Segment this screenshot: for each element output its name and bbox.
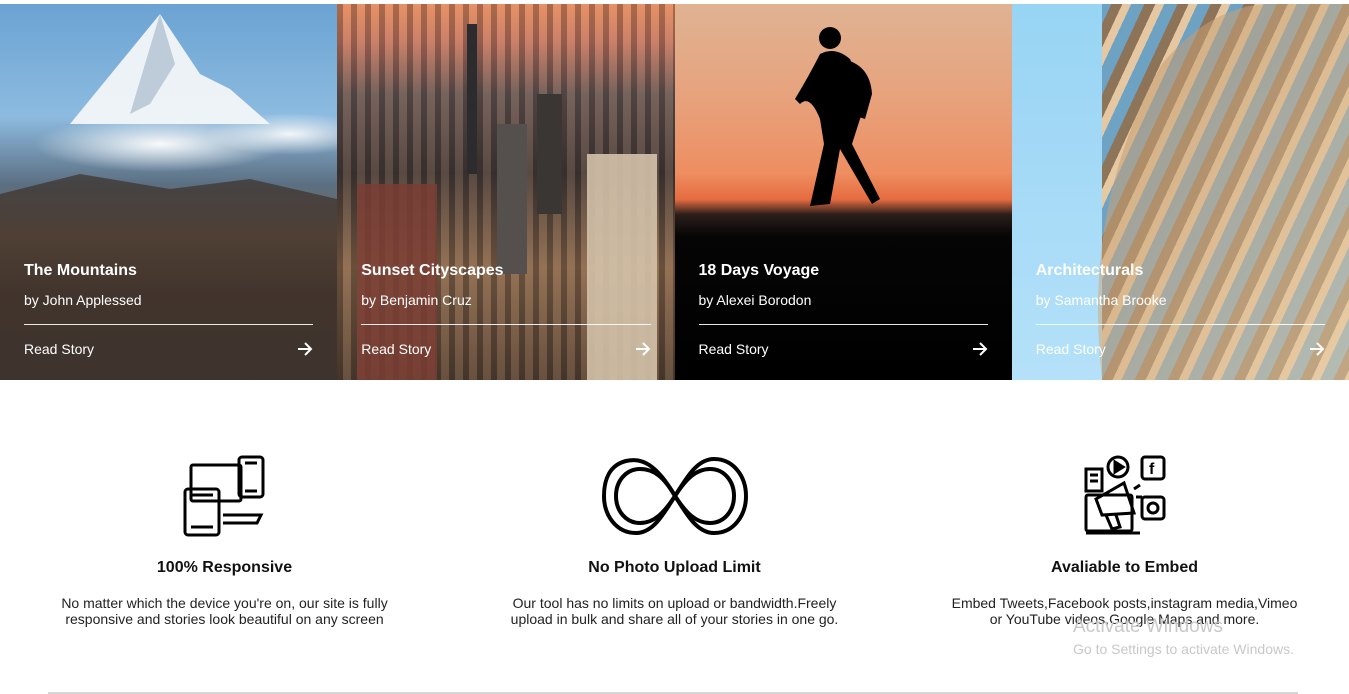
read-story-label: Read Story [361, 341, 432, 357]
svg-text:f: f [1149, 461, 1155, 478]
watermark-subtitle: Go to Settings to activate Windows. [1073, 641, 1294, 657]
read-story-link[interactable]: Read Story [1036, 341, 1325, 357]
watermark-title: Activate Windows [1073, 616, 1223, 637]
feature-description: No matter which the device you're on, ou… [61, 595, 388, 627]
card-divider [24, 324, 314, 325]
feature-title: No Photo Upload Limit [588, 559, 761, 576]
story-card-voyage[interactable]: 18 Days Voyage by Alexei Borodon Read St… [674, 4, 1012, 380]
card-author: by Benjamin Cruz [361, 292, 472, 308]
card-divider [698, 324, 988, 325]
card-author: by Alexei Borodon [698, 292, 812, 308]
read-story-link[interactable]: Read Story [699, 341, 988, 357]
feature-description: Our tool has no limits on upload or band… [510, 595, 839, 627]
card-divider [1035, 324, 1325, 325]
feature-responsive: 100% Responsive No matter which the devi… [0, 455, 449, 627]
card-author: by John Applessed [24, 292, 142, 308]
card-title: Sunset Cityscapes [361, 262, 504, 279]
card-title: 18 Days Voyage [698, 262, 820, 279]
story-card-mountains[interactable]: The Mountains by John Applessed Read Sto… [0, 4, 338, 380]
story-card-city[interactable]: Sunset Cityscapes by Benjamin Cruz Read … [337, 4, 675, 380]
read-story-label: Read Story [1035, 341, 1106, 357]
read-story-label: Read Story [698, 341, 769, 357]
feature-title: Avaliable to Embed [1051, 559, 1198, 576]
read-story-link[interactable]: Read Story [361, 341, 650, 357]
devices-icon [0, 455, 449, 537]
story-card-architecture[interactable]: Architecturals by Samantha Brooke Read S… [1011, 4, 1349, 380]
read-story-link[interactable]: Read Story [24, 341, 313, 357]
card-divider [361, 324, 651, 325]
card-title: The Mountains [24, 262, 137, 279]
feature-title: 100% Responsive [156, 559, 293, 576]
embed-megaphone-icon: f [900, 455, 1349, 537]
arrow-right-icon[interactable] [297, 342, 313, 356]
card-title: Architecturals [1035, 262, 1144, 279]
arrow-right-icon[interactable] [635, 342, 651, 356]
windows-activation-watermark: Activate Windows Go to Settings to activ… [1073, 616, 1294, 657]
card-author: by Samantha Brooke [1035, 292, 1167, 308]
feature-upload-limit: No Photo Upload Limit Our tool has no li… [450, 455, 899, 627]
arrow-right-icon[interactable] [972, 342, 988, 356]
arrow-right-icon[interactable] [1309, 342, 1325, 356]
features-section: 100% Responsive No matter which the devi… [0, 455, 1349, 627]
infinity-icon [450, 455, 899, 537]
read-story-label: Read Story [24, 341, 95, 357]
feature-embed: f Avaliable to Embed Embed Tweets,Facebo… [900, 455, 1349, 627]
story-cards: The Mountains by John Applessed Read Sto… [0, 4, 1349, 380]
